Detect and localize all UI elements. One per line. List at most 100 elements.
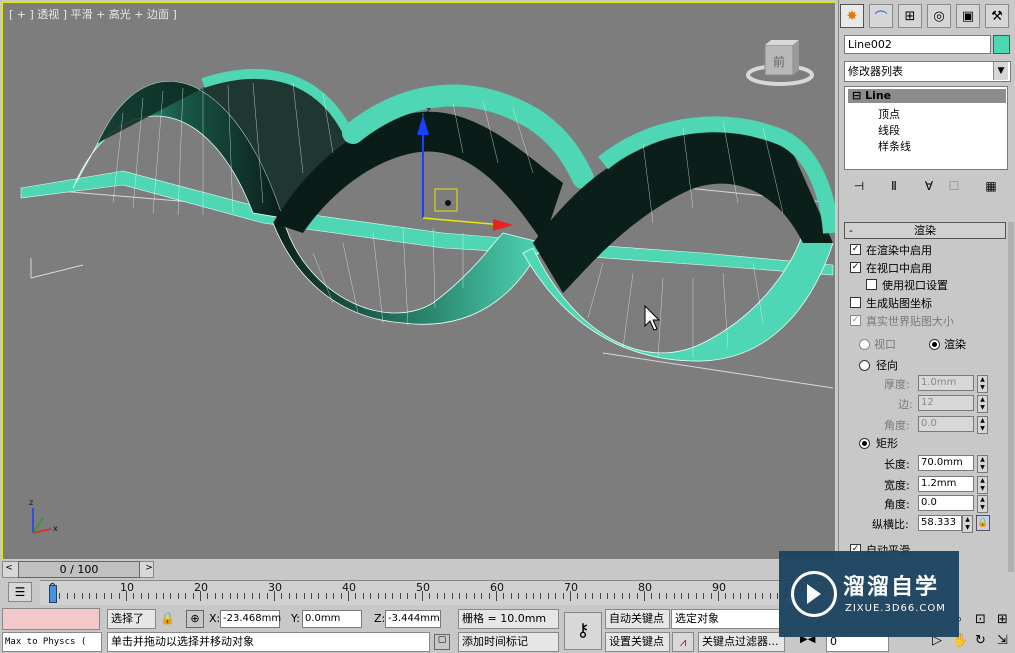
- next-frame-icon[interactable]: >: [143, 562, 155, 575]
- subobj-vertex[interactable]: 顶点: [878, 106, 900, 122]
- hierarchy-icon[interactable]: ⊞: [898, 4, 922, 28]
- subobj-segment[interactable]: 线段: [878, 122, 900, 138]
- create-icon[interactable]: ✸: [840, 4, 864, 28]
- aspect-field[interactable]: 58.333: [918, 515, 962, 531]
- sides-field[interactable]: 12: [918, 395, 974, 411]
- z-label: Z:: [374, 612, 386, 625]
- prev-frame-icon[interactable]: <: [3, 562, 15, 575]
- key-filters-button[interactable]: 关键点过滤器...: [698, 632, 785, 652]
- x-coord-field[interactable]: -23.468mm: [220, 610, 281, 628]
- zoom-all-icon[interactable]: ⊞: [997, 612, 1008, 627]
- show-end-result-icon[interactable]: Ⅱ: [885, 178, 903, 194]
- timeline-tick: [459, 593, 460, 599]
- timeline-tick: [592, 593, 594, 599]
- command-panel-scrollbar[interactable]: [1008, 222, 1014, 572]
- chevron-down-icon[interactable]: ▼: [993, 62, 1008, 80]
- y-coord-field[interactable]: 0.0mm: [302, 610, 362, 628]
- mini-curve-editor-icon[interactable]: ☰: [8, 582, 32, 602]
- timeline-tick: [96, 593, 98, 599]
- set-key-icon[interactable]: ⚷: [564, 612, 602, 650]
- absolute-mode-icon[interactable]: ⊕: [186, 610, 204, 628]
- add-time-tag-icon[interactable]: ▢: [434, 634, 450, 650]
- timeline-tick: [59, 593, 61, 599]
- key-tangent-icon[interactable]: ⩘: [672, 632, 694, 652]
- timeline-current-frame-marker[interactable]: [49, 585, 57, 603]
- pin-stack-icon[interactable]: ⊣: [850, 178, 868, 194]
- mouse-cursor-icon: [644, 304, 661, 331]
- rect-angle-field[interactable]: 0.0: [918, 495, 974, 511]
- timeline-tick: [599, 593, 601, 599]
- thickness-spinner[interactable]: ▲ ▼: [977, 375, 988, 393]
- maximize-viewport-icon[interactable]: ⇲: [997, 633, 1008, 648]
- perspective-viewport[interactable]: [ + ] 透视 ] 平滑 + 高光 + 边面 ] z z x 前: [2, 2, 836, 560]
- utilities-icon[interactable]: ⚒: [985, 4, 1009, 28]
- rect-angle-spinner[interactable]: ▲ ▼: [977, 495, 988, 513]
- remove-modifier-icon[interactable]: ☐: [945, 178, 963, 194]
- timeline-ruler[interactable]: 0102030405060708090100: [40, 580, 835, 605]
- enable-in-viewport-checkbox[interactable]: ✓: [850, 262, 861, 273]
- thickness-field[interactable]: 1.0mm: [918, 375, 974, 391]
- stack-item-line-label: Line: [865, 89, 892, 102]
- timeline-tick-label: 40: [342, 581, 356, 594]
- angle-spinner[interactable]: ▲ ▼: [977, 416, 988, 434]
- rectangular-radio[interactable]: [859, 438, 870, 449]
- set-key-button[interactable]: 设置关键点: [605, 632, 670, 652]
- timeline-tick: [547, 593, 549, 599]
- orbit-icon[interactable]: ↻: [975, 633, 986, 648]
- auto-key-button[interactable]: 自动关键点: [605, 609, 670, 629]
- real-world-map-size-checkbox[interactable]: ✓: [850, 315, 861, 326]
- display-icon[interactable]: ▣: [956, 4, 980, 28]
- z-coord-field[interactable]: -3.444mm: [385, 610, 441, 628]
- time-slider-thumb[interactable]: 0 / 100: [18, 561, 140, 578]
- width-spinner[interactable]: ▲ ▼: [977, 476, 988, 494]
- sides-label: 边:: [898, 398, 913, 411]
- length-field[interactable]: 70.0mm: [918, 455, 974, 471]
- stack-item-line[interactable]: ⊟ Line: [848, 89, 1006, 103]
- timeline-tick: [251, 593, 253, 599]
- timeline-tick: [740, 593, 742, 599]
- aspect-spinner[interactable]: ▲ ▼: [962, 515, 973, 533]
- object-name-field[interactable]: Line002: [844, 35, 991, 54]
- length-label: 长度:: [884, 458, 910, 471]
- modifier-list-dropdown[interactable]: 修改器列表: [844, 61, 1011, 82]
- lock-icon[interactable]: 🔒: [976, 515, 990, 531]
- modify-icon[interactable]: ⌒: [869, 4, 893, 28]
- angle-field[interactable]: 0.0: [918, 416, 974, 432]
- add-time-tag-button[interactable]: 添加时间标记: [458, 632, 559, 652]
- selection-lock-icon[interactable]: 🔒: [160, 611, 175, 625]
- timeline-tick: [436, 593, 438, 599]
- timeline-tick: [103, 593, 105, 599]
- timeline-tick: [607, 593, 608, 599]
- length-spinner[interactable]: ▲ ▼: [977, 455, 988, 473]
- timeline-tick: [755, 593, 756, 599]
- watermark-logo-icon: [791, 571, 837, 617]
- real-world-map-size-label: 真实世界贴图大小: [866, 315, 954, 328]
- watermark: 溜溜自学 ZIXUE.3D66.COM: [779, 551, 959, 637]
- configure-sets-icon[interactable]: ▦: [982, 178, 1000, 194]
- viewport-radio-label: 视口: [874, 338, 896, 351]
- timeline-tick: [681, 593, 682, 599]
- zoom-extents-icon[interactable]: ⊡: [975, 612, 986, 627]
- radial-radio[interactable]: [859, 360, 870, 371]
- timeline-tick: [481, 593, 483, 599]
- maxscript-mini-listener[interactable]: Max to Physcs (: [2, 632, 102, 652]
- motion-icon[interactable]: ◎: [927, 4, 951, 28]
- width-field[interactable]: 1.2mm: [918, 476, 974, 492]
- key-mode-dropdown[interactable]: 选定对象: [671, 609, 780, 629]
- use-viewport-settings-checkbox[interactable]: [866, 279, 877, 290]
- subobj-spline[interactable]: 样条线: [878, 138, 911, 154]
- maxscript-listener[interactable]: [2, 608, 100, 630]
- gen-mapping-coords-checkbox[interactable]: [850, 297, 861, 308]
- make-unique-icon[interactable]: ∀: [920, 178, 938, 194]
- collapse-icon[interactable]: ⊟: [852, 89, 861, 102]
- viewport-radio[interactable]: [859, 339, 870, 350]
- enable-in-render-checkbox[interactable]: ✓: [850, 244, 861, 255]
- sides-spinner[interactable]: ▲ ▼: [977, 395, 988, 413]
- timeline-tick: [140, 593, 142, 599]
- render-radio-label: 渲染: [944, 338, 966, 351]
- render-radio[interactable]: [929, 339, 940, 350]
- timeline-tick: [333, 593, 335, 599]
- render-rollout-header[interactable]: - 渲染: [844, 222, 1006, 239]
- timeline-tick: [703, 593, 705, 599]
- object-color-swatch[interactable]: [993, 35, 1010, 54]
